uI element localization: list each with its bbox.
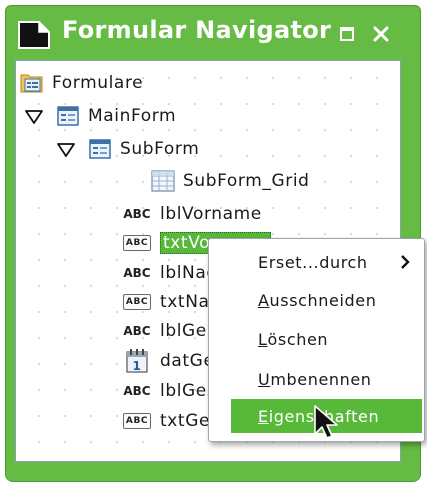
- tree-item-label: SubForm: [120, 139, 200, 159]
- table-grid-icon: [151, 170, 175, 192]
- tree-item-lblvorname[interactable]: ABC lblVorname: [120, 200, 262, 228]
- tree-item-lblgeb[interactable]: ABC lblGeb: [120, 317, 218, 345]
- menu-item-delete[interactable]: Löschen: [209, 322, 424, 356]
- tree-item-subform-grid[interactable]: SubForm_Grid: [151, 167, 310, 195]
- label-control-icon: ABC: [123, 384, 151, 398]
- forms-folder-icon: [20, 72, 44, 94]
- mouse-pointer-icon: [314, 405, 338, 439]
- tree-item-label: SubForm_Grid: [183, 171, 310, 191]
- textbox-control-icon: ABC: [120, 232, 154, 254]
- menu-item-label: usschneiden: [269, 290, 377, 310]
- menu-item-rename[interactable]: Umbenennen: [209, 362, 424, 396]
- close-icon: [373, 26, 389, 42]
- tree-item-mainform[interactable]: MainForm: [56, 102, 176, 130]
- textbox-control-icon: ABC: [120, 291, 154, 313]
- menu-item-label: mbenennen: [270, 369, 372, 389]
- label-control-icon: ABC: [123, 324, 151, 338]
- tree-item-formulare[interactable]: Formulare: [20, 69, 143, 97]
- svg-text:1: 1: [133, 359, 142, 373]
- menu-item-mnemonic: U: [258, 369, 271, 389]
- menu-item-replace-with[interactable]: Erset...durch: [209, 245, 424, 279]
- tree-item-label: MainForm: [88, 106, 177, 126]
- tree-item-label: Formulare: [52, 73, 144, 93]
- title-bar[interactable]: Formular Navigator: [6, 6, 420, 60]
- expand-toggle-mainform[interactable]: [25, 110, 43, 124]
- submenu-arrow-icon: [401, 255, 410, 269]
- expand-toggle-subform[interactable]: [57, 143, 75, 157]
- form-icon: [88, 138, 112, 160]
- menu-item-label: Erset...durch: [258, 252, 368, 272]
- date-control-icon: 1: [120, 349, 154, 373]
- menu-item-mnemonic: E: [258, 406, 269, 426]
- tree-item-label: lblVorname: [160, 204, 262, 224]
- navigator-icon: [18, 21, 50, 49]
- tree-item-subform[interactable]: SubForm: [88, 135, 199, 163]
- textbox-control-icon: ABC: [120, 410, 154, 432]
- menu-item-cut[interactable]: Ausschneiden: [209, 283, 424, 317]
- window-title: Formular Navigator: [62, 16, 332, 44]
- undock-button[interactable]: [335, 22, 359, 46]
- close-button[interactable]: [369, 22, 393, 46]
- label-control-icon: ABC: [123, 266, 151, 280]
- menu-item-label: öschen: [267, 329, 329, 349]
- form-icon: [56, 105, 80, 127]
- menu-item-mnemonic: L: [258, 329, 268, 349]
- undock-icon: [340, 27, 354, 41]
- label-control-icon: ABC: [123, 207, 151, 221]
- menu-item-mnemonic: A: [258, 290, 270, 310]
